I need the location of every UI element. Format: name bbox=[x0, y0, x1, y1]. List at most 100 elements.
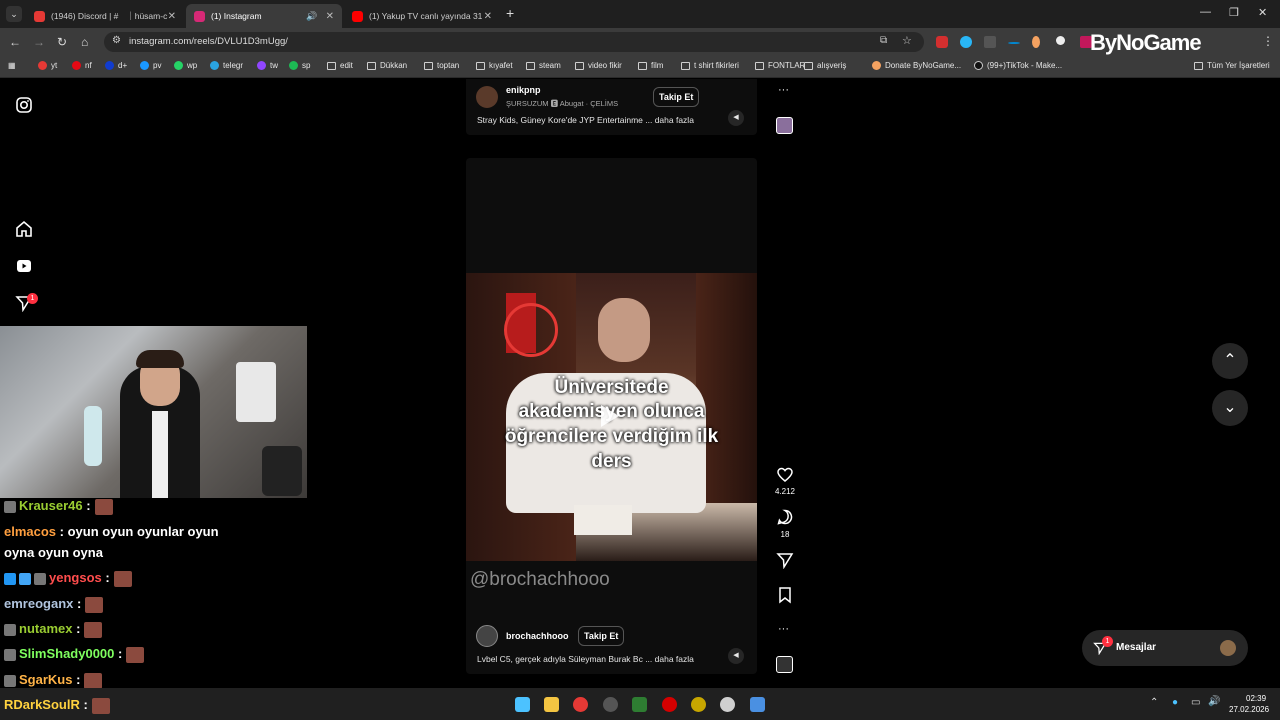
steam-icon[interactable] bbox=[720, 697, 735, 712]
prev-audio-thumbnail[interactable] bbox=[776, 117, 793, 134]
save-bookmark-icon[interactable] bbox=[776, 586, 794, 604]
chrome-icon[interactable] bbox=[573, 697, 588, 712]
speaker-icon[interactable]: 🔊 bbox=[306, 11, 317, 22]
app-blue-icon[interactable] bbox=[750, 697, 765, 712]
bookmark-star-icon[interactable]: ☆ bbox=[902, 34, 912, 47]
instagram-logo-icon[interactable] bbox=[15, 96, 33, 114]
new-tab-button[interactable]: + bbox=[506, 5, 514, 21]
browser-menu-icon[interactable]: ⋮ bbox=[1262, 34, 1274, 48]
home-icon[interactable] bbox=[15, 220, 33, 238]
home-icon[interactable]: ⌂ bbox=[81, 35, 88, 49]
back-icon[interactable]: ← bbox=[9, 35, 21, 49]
extension-blue-icon[interactable] bbox=[960, 36, 972, 48]
prev-reel-description[interactable]: Stray Kids, Güney Kore'de JYP Entertainm… bbox=[477, 115, 694, 125]
start-menu-icon[interactable] bbox=[515, 697, 530, 712]
reel-description[interactable]: Lvbel C5, gerçek adıyla Süleyman Burak B… bbox=[477, 654, 694, 664]
reload-icon[interactable]: ↻ bbox=[57, 35, 67, 49]
bookmark-tw[interactable]: tw bbox=[257, 61, 278, 70]
bookmark-nf[interactable]: nf bbox=[72, 61, 92, 70]
reel-caption-line: Üniversitede bbox=[554, 377, 669, 398]
tab-instagram[interactable]: (1) Instagram 🔊 ✕ bbox=[186, 4, 342, 28]
bookmark-wp[interactable]: wp bbox=[174, 61, 197, 70]
comment-icon[interactable] bbox=[776, 508, 794, 526]
bookmark-tiktok[interactable]: (99+)TikTok - Make... bbox=[974, 61, 1062, 70]
tab-youtube[interactable]: (1) Yakup TV canlı yayında 31 ç ✕ bbox=[344, 4, 500, 28]
play-icon[interactable] bbox=[601, 405, 619, 427]
bookmark-sp[interactable]: sp bbox=[289, 61, 310, 70]
extension-orange-icon[interactable] bbox=[1032, 36, 1040, 48]
tab-search-button[interactable]: ⌄ bbox=[6, 6, 22, 22]
extension-dark-icon[interactable] bbox=[984, 36, 996, 48]
bookmark-video-fikir[interactable]: video fikir bbox=[575, 61, 622, 70]
avatar[interactable] bbox=[476, 86, 498, 108]
bookmark-yt[interactable]: yt bbox=[38, 61, 57, 70]
reel-video[interactable]: Üniversitede akademisyen olunca öğrencil… bbox=[466, 273, 757, 561]
restore-icon[interactable]: ❐ bbox=[1229, 6, 1239, 19]
clock-time[interactable]: 02:39 bbox=[1246, 694, 1266, 703]
bookmark-dukkan[interactable]: Dükkan bbox=[367, 61, 407, 70]
minimize-icon[interactable]: — bbox=[1200, 6, 1211, 18]
opera-icon[interactable] bbox=[662, 697, 677, 712]
more-options-icon[interactable]: ··· bbox=[778, 84, 789, 96]
bookmark-dplus[interactable]: d+ bbox=[105, 61, 127, 70]
bookmark-pv[interactable]: pv bbox=[140, 61, 161, 70]
adblock-extension-icon[interactable] bbox=[936, 36, 948, 48]
tray-speaker-icon[interactable]: 🔊 bbox=[1208, 696, 1220, 707]
install-app-icon[interactable]: ⧉ bbox=[880, 35, 887, 46]
reel-card[interactable]: Üniversitede akademisyen olunca öğrencil… bbox=[466, 158, 757, 674]
audio-thumbnail[interactable] bbox=[776, 656, 793, 673]
close-tab-icon[interactable]: ✕ bbox=[326, 11, 334, 22]
tray-display-icon[interactable]: ▭ bbox=[1191, 697, 1200, 708]
more-options-icon[interactable]: ··· bbox=[778, 623, 789, 635]
reels-icon[interactable] bbox=[15, 257, 33, 275]
prev-reel-username[interactable]: enikpnp bbox=[506, 85, 541, 95]
share-icon[interactable] bbox=[776, 551, 794, 569]
youtube-favicon-icon bbox=[352, 10, 363, 22]
avatar[interactable] bbox=[476, 625, 498, 647]
obs-icon[interactable] bbox=[603, 697, 618, 712]
url-text[interactable]: instagram.com/reels/DVLU1D3mUgg/ bbox=[129, 36, 288, 47]
forward-icon[interactable]: → bbox=[33, 35, 45, 49]
app-yellow-icon[interactable] bbox=[691, 697, 706, 712]
previous-reel-button[interactable]: ⌃ bbox=[1212, 343, 1248, 379]
bookmark-film[interactable]: film bbox=[638, 61, 663, 70]
mute-icon[interactable]: ◀ bbox=[728, 110, 744, 126]
bookmark-donate[interactable]: Donate ByNoGame... bbox=[872, 61, 961, 70]
tray-mic-icon[interactable]: ● bbox=[1172, 697, 1178, 708]
follow-button[interactable]: Takip Et bbox=[653, 87, 700, 107]
close-tab-icon[interactable]: ✕ bbox=[484, 11, 492, 22]
site-info-icon[interactable]: ⚙ bbox=[112, 35, 121, 46]
extension-diamond-icon[interactable] bbox=[1054, 34, 1067, 47]
mute-icon[interactable]: ◀ bbox=[728, 648, 744, 664]
file-explorer-icon[interactable] bbox=[544, 697, 559, 712]
bookmark-steam[interactable]: steam bbox=[526, 61, 561, 70]
tab-discord[interactable]: (1946) Discord | #⁠ᅠ｜hüsam-c ✕ bbox=[26, 4, 184, 28]
next-reel-button[interactable]: ⌄ bbox=[1212, 390, 1248, 426]
reel-username[interactable]: brochachhooo bbox=[506, 631, 569, 641]
chat-message: nutamex : bbox=[4, 621, 103, 638]
follow-button[interactable]: Takip Et bbox=[578, 626, 625, 646]
tray-chevron-icon[interactable]: ⌃ bbox=[1150, 697, 1158, 708]
bookmark-kiyafet[interactable]: kıyafet bbox=[476, 61, 513, 70]
bookmark-fontlar[interactable]: FONTLAR bbox=[755, 61, 805, 70]
webcam-shirt bbox=[152, 411, 168, 498]
address-bar[interactable]: ⚙ instagram.com/reels/DVLU1D3mUgg/ ⧉ ☆ bbox=[104, 32, 924, 52]
apps-grid-icon[interactable]: ▦ bbox=[8, 61, 16, 70]
messages-badge: 1 bbox=[1102, 636, 1113, 647]
clock-date[interactable]: 27.02.2026 bbox=[1229, 705, 1269, 714]
prev-reel-audio[interactable]: ŞURSUZUM 🅴 Abugat · ÇELİMS bbox=[506, 98, 636, 109]
browser-toolbar: ← → ↻ ⌂ ⚙ instagram.com/reels/DVLU1D3mUg… bbox=[0, 28, 1280, 56]
bookmark-tshirt[interactable]: t shirt fikirleri bbox=[681, 61, 739, 70]
terminal-icon[interactable] bbox=[632, 697, 647, 712]
bookmark-telegr[interactable]: telegr bbox=[210, 61, 243, 70]
close-window-icon[interactable]: ✕ bbox=[1258, 6, 1267, 19]
bookmark-all[interactable]: Tüm Yer İşaretleri bbox=[1194, 61, 1270, 70]
user-badge-icon bbox=[4, 648, 16, 661]
close-tab-icon[interactable]: ✕ bbox=[168, 11, 176, 22]
bookmark-toptan[interactable]: toptan bbox=[424, 61, 459, 70]
bookmark-alisveris[interactable]: alışveriş bbox=[804, 61, 846, 70]
like-heart-icon[interactable] bbox=[776, 466, 794, 484]
messages-button[interactable]: 1 Mesajlar bbox=[1082, 630, 1248, 666]
extension-line-icon[interactable] bbox=[1008, 42, 1020, 44]
bookmark-edit[interactable]: edit bbox=[327, 61, 353, 70]
